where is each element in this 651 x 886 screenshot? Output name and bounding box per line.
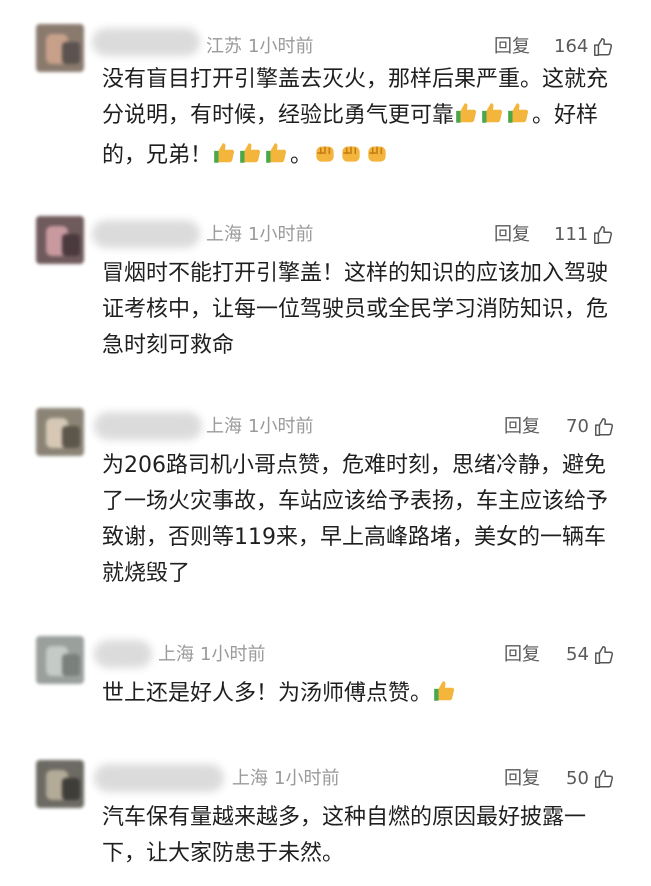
comment-item: 上海 1小时前 回复 50 汽车保有量越来越多，这种自燃的原因最好披露一下，让大家… xyxy=(0,760,651,880)
reply-button[interactable]: 回复 xyxy=(494,216,530,254)
thumbs-up-icon xyxy=(594,226,613,244)
time-label: 1小时前 xyxy=(248,416,314,437)
location-label: 上海 xyxy=(206,416,242,437)
avatar[interactable] xyxy=(36,636,84,684)
comment-text: 没有盲目打开引擎盖去灭火，那样后果严重。这就充分说明，有时候，经验比勇气更可靠。… xyxy=(102,62,622,178)
comment-item: 上海 1小时前 回复 70 为206路司机小哥点赞，危难时刻，思绪冷静，避免了一场… xyxy=(0,408,651,598)
thumbs-up-emoji-icon xyxy=(238,140,264,178)
like-count: 70 xyxy=(566,416,589,437)
avatar[interactable] xyxy=(36,760,84,808)
location-label: 上海 xyxy=(158,644,194,665)
comment-meta: 江苏 1小时前 xyxy=(206,28,313,66)
comment-item: 上海 1小时前 回复 54 世上还是好人多！为汤师傅点赞。 xyxy=(0,636,651,726)
username-blurred[interactable] xyxy=(92,28,200,56)
thumbs-up-emoji-icon xyxy=(432,678,458,716)
comment-text: 为206路司机小哥点赞，危难时刻，思绪冷静，避免了一场火灾事故，车站应该给予表扬… xyxy=(102,453,609,586)
thumbs-up-icon xyxy=(594,646,613,664)
time-label: 1小时前 xyxy=(248,224,314,245)
comment-text: 冒烟时不能打开引擎盖！这样的知识的应该加入驾驶证考核中，让每一位驾驶员或全民学习… xyxy=(102,261,609,358)
username-blurred[interactable] xyxy=(94,640,152,668)
thumbs-up-emoji-icon xyxy=(506,100,532,138)
comment-text: 汽车保有量越来越多，这种自燃的原因最好披露一下，让大家防患于未然。 xyxy=(102,805,587,866)
location-label: 上海 xyxy=(232,768,268,789)
raised-fist-emoji-icon xyxy=(312,140,338,178)
time-label: 1小时前 xyxy=(248,36,314,57)
thumbs-up-icon xyxy=(594,418,613,436)
thumbs-up-emoji-icon xyxy=(480,100,506,138)
comment-item: 上海 1小时前 回复 111 冒烟时不能打开引擎盖！这样的知识的应该加入驾驶证考核… xyxy=(0,216,651,366)
like-count: 111 xyxy=(554,224,589,245)
like-count: 50 xyxy=(566,768,589,789)
thumbs-up-emoji-icon xyxy=(212,140,238,178)
reply-button[interactable]: 回复 xyxy=(494,28,530,66)
comment-meta: 上海 1小时前 xyxy=(206,216,313,254)
location-label: 江苏 xyxy=(206,36,242,57)
location-label: 上海 xyxy=(206,224,242,245)
like-button[interactable]: 50 xyxy=(566,760,615,798)
time-label: 1小时前 xyxy=(274,768,340,789)
comment-item: 江苏 1小时前 回复 164 没有盲目打开引擎盖去灭火，那样后果严重。这就充分说明… xyxy=(0,24,651,174)
username-blurred[interactable] xyxy=(94,412,202,440)
thumbs-up-emoji-icon xyxy=(264,140,290,178)
thumbs-up-emoji-icon xyxy=(454,100,480,138)
time-label: 1小时前 xyxy=(200,644,266,665)
like-count: 164 xyxy=(554,36,589,57)
thumbs-up-icon xyxy=(594,770,613,788)
username-blurred[interactable] xyxy=(94,764,224,792)
like-button[interactable]: 70 xyxy=(566,408,615,446)
like-button[interactable]: 54 xyxy=(566,636,615,674)
comment-meta: 上海 1小时前 xyxy=(206,408,313,446)
comment-meta: 上海 1小时前 xyxy=(232,760,339,798)
comment-text: 世上还是好人多！为汤师傅点赞。 xyxy=(102,676,622,716)
avatar[interactable] xyxy=(36,408,84,456)
username-blurred[interactable] xyxy=(92,220,200,248)
reply-button[interactable]: 回复 xyxy=(504,636,540,674)
reply-button[interactable]: 回复 xyxy=(504,760,540,798)
comment-meta: 上海 1小时前 xyxy=(158,636,265,674)
raised-fist-emoji-icon xyxy=(338,140,364,178)
avatar[interactable] xyxy=(36,216,84,264)
thumbs-up-icon xyxy=(594,38,613,56)
reply-button[interactable]: 回复 xyxy=(504,408,540,446)
like-button[interactable]: 111 xyxy=(554,216,614,254)
avatar[interactable] xyxy=(36,24,84,72)
raised-fist-emoji-icon xyxy=(364,140,390,178)
like-button[interactable]: 164 xyxy=(554,28,614,66)
like-count: 54 xyxy=(566,644,589,665)
